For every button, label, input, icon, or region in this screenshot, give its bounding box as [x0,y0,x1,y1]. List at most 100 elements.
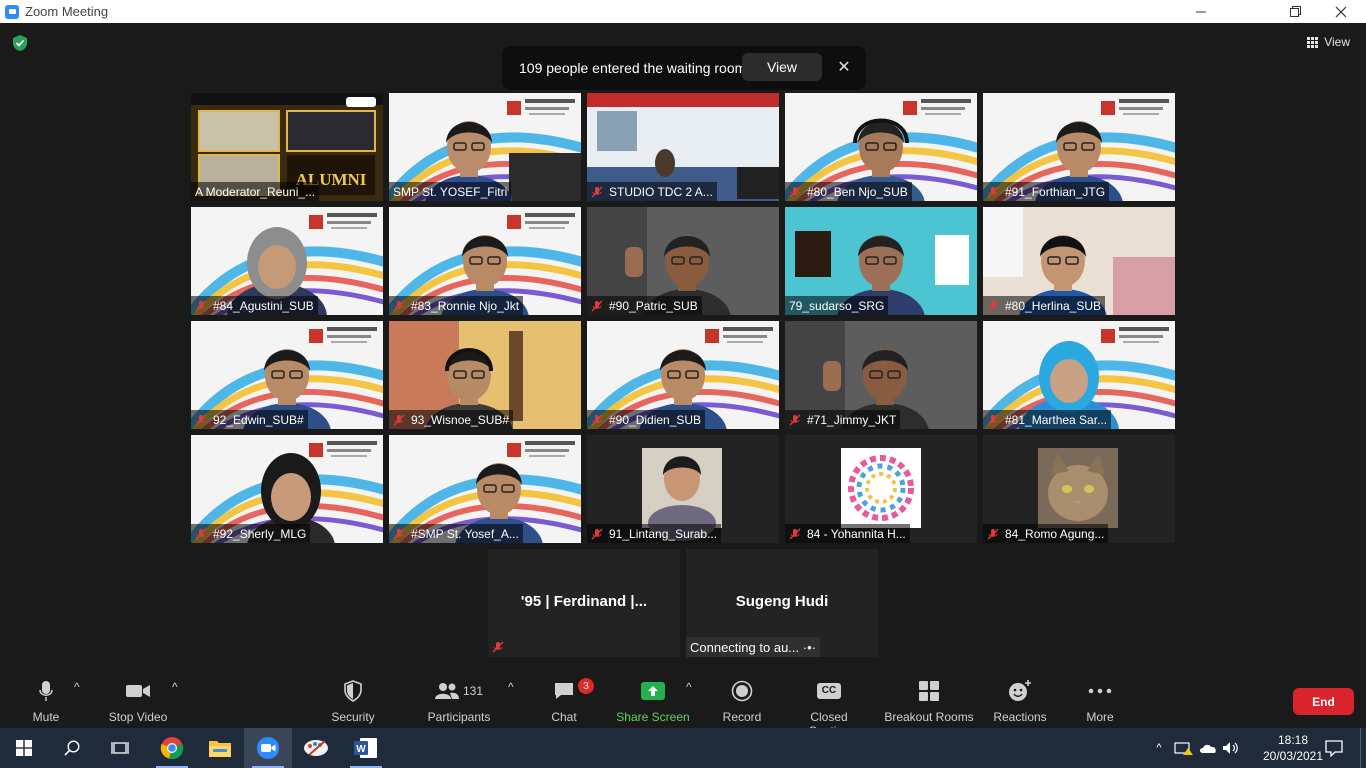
search-icon [64,740,80,756]
participant-tile[interactable]: 92_Edwin_SUB# [191,321,383,429]
show-hidden-icons-chevron-up-icon[interactable]: ^ [1150,742,1168,754]
restore-button[interactable] [1272,0,1318,23]
participants-icon [434,683,459,699]
participant-tile[interactable]: #80_Ben Njo_SUB [785,93,977,201]
participant-nameplate: #80_Ben Njo_SUB [785,182,912,201]
chat-button[interactable]: 3 Chat [544,678,594,724]
start-button[interactable] [0,728,48,768]
more-dots-icon [1088,688,1112,694]
share-screen-label: Share Screen [616,710,690,724]
onedrive-cloud-icon[interactable] [1198,741,1218,755]
muted-mic-icon [987,186,999,197]
video-gallery: View 109 people entered the waiting room… [0,23,1366,675]
view-button[interactable]: View [1307,35,1350,49]
participant-tile[interactable]: SMP St. YOSEF_Fitri [389,93,581,201]
participant-name: A Moderator_Reuni_... [195,184,316,199]
stop-video-label: Stop Video [108,710,168,724]
minimize-button[interactable] [1178,0,1224,23]
participant-tile[interactable]: #90_Patric_SUB [587,207,779,315]
taskbar-paint[interactable] [292,728,340,768]
paint-palette-icon [304,740,328,756]
participant-tile[interactable]: 79_sudarso_SRG [785,207,977,315]
participant-name: 79_sudarso_SRG [789,298,885,313]
waiting-room-view-button[interactable]: View [742,53,822,81]
participant-tile[interactable]: #83_Ronnie Njo_Jkt [389,207,581,315]
participant-tile[interactable]: 91_Lintang_Surab... [587,435,779,543]
participant-nameplate: #80_Herlina_SUB [983,296,1106,315]
participant-name: #84_Agustini_SUB [213,298,314,313]
participant-tile[interactable]: #84_Agustini_SUB [191,207,383,315]
stop-video-button[interactable]: Stop Video [104,680,172,724]
participant-tile[interactable]: #SMP St. Yosef_A... [389,435,581,543]
network-warning-icon[interactable] [1174,740,1194,756]
smiley-plus-icon [1009,680,1031,701]
volume-icon[interactable] [1222,740,1240,756]
participant-name: 93_Wisnoe_SUB# [411,412,510,427]
participant-tile[interactable]: STUDIO TDC 2 A... [587,93,779,201]
zoom-window: Zoom Meeting View 109 people entered the… [0,0,1366,738]
participant-tile-ferdinand[interactable]: '95 | Ferdinand |... [488,549,680,657]
participant-nameplate: #83_Ronnie Njo_Jkt [389,296,524,315]
participant-nameplate: 79_sudarso_SRG [785,296,889,315]
mute-options-caret-icon[interactable]: ^ [74,680,80,694]
waiting-room-close-icon[interactable]: ✕ [832,53,856,81]
participant-nameplate: 92_Edwin_SUB# [191,410,308,429]
task-view-button[interactable] [96,728,144,768]
muted-mic-icon [393,528,405,539]
participant-tile-sugeng[interactable]: Sugeng Hudi Connecting to au... ·•· [686,549,878,657]
share-screen-icon [641,682,665,700]
participant-tile[interactable]: 84_Romo Agung... [983,435,1175,543]
taskbar-chrome[interactable] [148,728,196,768]
participant-tile[interactable]: #90_Didien_SUB [587,321,779,429]
action-center-button[interactable] [1310,728,1358,768]
video-options-caret-icon[interactable]: ^ [172,680,178,694]
participant-tile[interactable]: 84 - Yohannita H... [785,435,977,543]
share-screen-button[interactable]: Share Screen [614,680,692,724]
chrome-icon [160,737,184,760]
end-meeting-button[interactable]: End [1293,688,1354,715]
notification-icon [1325,740,1343,757]
security-button[interactable]: Security [325,680,381,724]
participant-tile[interactable]: 93_Wisnoe_SUB# [389,321,581,429]
breakout-rooms-label: Breakout Rooms [884,710,974,724]
participant-tile[interactable]: #91_Forthian_JTG [983,93,1175,201]
more-label: More [1086,710,1114,724]
muted-mic-icon [987,528,999,539]
participant-nameplate: #84_Agustini_SUB [191,296,318,315]
title-bar: Zoom Meeting [0,0,1366,23]
taskbar-file-explorer[interactable] [196,728,244,768]
breakout-rooms-button[interactable]: Breakout Rooms [884,680,974,724]
participant-tile[interactable]: #71_Jimmy_JKT [785,321,977,429]
participant-tile[interactable]: #80_Herlina_SUB [983,207,1175,315]
close-window-button[interactable] [1318,0,1364,23]
show-desktop-button[interactable] [1360,728,1366,768]
muted-mic-icon [195,528,207,539]
word-icon: W [354,738,377,758]
reactions-label: Reactions [993,710,1047,724]
mute-button[interactable]: Mute [22,680,70,724]
task-view-icon [111,742,129,754]
more-button[interactable]: More [1080,680,1120,724]
microphone-icon [39,681,53,701]
connecting-status: Connecting to au... ·•· [686,637,820,657]
encryption-shield-icon[interactable] [11,34,29,52]
search-button[interactable] [48,728,96,768]
security-label: Security [331,710,375,724]
taskbar-zoom[interactable] [244,728,292,768]
participants-button[interactable]: 131 Participants [426,680,492,724]
participant-tile[interactable]: #92_Sherly_MLG [191,435,383,543]
record-button[interactable]: Record [720,680,764,724]
participants-options-caret-icon[interactable]: ^ [508,680,514,694]
participant-nameplate: 84 - Yohannita H... [785,524,910,543]
reactions-button[interactable]: Reactions [992,680,1048,724]
participant-tile[interactable]: #81_Marthea Sar... [983,321,1175,429]
participant-tile[interactable]: ALUMNI A Moderator_Reuni_... [191,93,383,201]
share-options-caret-icon[interactable]: ^ [686,680,692,694]
participant-name: #71_Jimmy_JKT [807,412,897,427]
view-button-label: View [1324,35,1350,49]
grid-view-icon [1307,36,1319,48]
participant-nameplate: SMP St. YOSEF_Fitri [389,182,512,201]
window-title: Zoom Meeting [25,4,109,19]
participant-name: 84 - Yohannita H... [807,526,906,541]
taskbar-word[interactable]: W [342,728,390,768]
